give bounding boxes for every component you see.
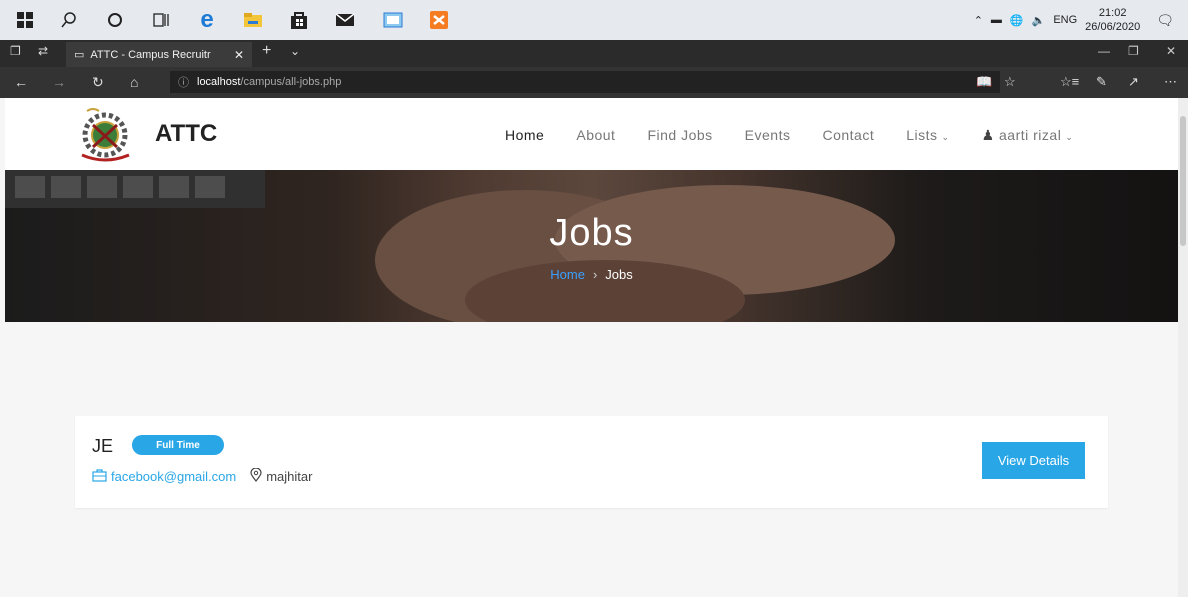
- location-pin-icon: [250, 467, 262, 485]
- site-header: ATTC Home About Find Jobs Events Contact…: [5, 98, 1178, 170]
- user-name: aarti rizal: [999, 127, 1062, 143]
- breadcrumb-current: Jobs: [605, 267, 633, 282]
- windows-taskbar: e ⌃ ▬ 🌐 🔈 ENG 21:02 26/06/2020 🗨: [0, 0, 1188, 41]
- browser-tab-bar: ❐ ⇄ ▭ ATTC - Campus Recruitr ✕ + ⌄ — ❐ ✕: [0, 40, 1188, 67]
- new-tab-icon[interactable]: +: [262, 42, 271, 60]
- action-center-icon[interactable]: 🗨: [1156, 12, 1174, 29]
- web-note-icon[interactable]: ✎: [1096, 74, 1107, 90]
- set-tabs-aside-icon[interactable]: ⇄: [38, 44, 48, 58]
- hero-banner: Jobs Home › Jobs: [5, 170, 1178, 322]
- nav-find-jobs[interactable]: Find Jobs: [647, 127, 712, 144]
- clock[interactable]: 21:02 26/06/2020: [1085, 6, 1140, 34]
- view-details-button[interactable]: View Details: [982, 442, 1085, 479]
- favorites-hub-icon[interactable]: ☆≡: [1060, 74, 1079, 90]
- url-field[interactable]: ⓘ localhost /campus/all-jobs.php: [170, 71, 1000, 93]
- breadcrumb-home-link[interactable]: Home: [550, 267, 585, 282]
- page-title: Jobs: [549, 212, 634, 254]
- search-icon[interactable]: [56, 7, 82, 33]
- language-indicator[interactable]: ENG: [1053, 14, 1077, 26]
- edge-icon[interactable]: e: [194, 6, 220, 33]
- reading-view-icon[interactable]: 📖: [976, 74, 992, 90]
- forward-icon[interactable]: →: [52, 74, 66, 90]
- attc-logo-emblem[interactable]: [77, 105, 147, 165]
- nav-about[interactable]: About: [576, 127, 615, 144]
- share-icon[interactable]: ↗: [1128, 74, 1139, 90]
- tab-preview-chevron-icon[interactable]: ⌄: [290, 44, 300, 58]
- xampp-icon[interactable]: [426, 7, 452, 33]
- close-tab-icon[interactable]: ✕: [234, 48, 244, 62]
- refresh-icon[interactable]: ↻: [92, 74, 104, 91]
- job-card: JE Full Time facebook@gmail.com majhitar…: [75, 416, 1108, 508]
- system-tray: ⌃ ▬ 🌐 🔈 ENG 21:02 26/06/2020 🗨: [974, 0, 1188, 40]
- clock-time: 21:02: [1098, 7, 1127, 19]
- job-type-badge: Full Time: [132, 435, 224, 455]
- nav-lists-label: Lists: [906, 127, 938, 143]
- network-icon[interactable]: 🌐: [1010, 14, 1024, 27]
- web-page: ATTC Home About Find Jobs Events Contact…: [0, 98, 1178, 597]
- browser-address-bar: ← → ↻ ⌂ ⓘ localhost /campus/all-jobs.php…: [0, 67, 1188, 98]
- windows-start-icon[interactable]: [12, 7, 38, 33]
- job-meta: facebook@gmail.com majhitar: [92, 467, 313, 485]
- breadcrumb-separator: ›: [592, 267, 598, 282]
- close-window-icon[interactable]: ✕: [1166, 44, 1176, 58]
- briefcase-icon: [92, 468, 107, 485]
- more-menu-icon[interactable]: ⋯: [1164, 74, 1177, 90]
- battery-icon[interactable]: ▬: [991, 14, 1002, 26]
- nav-events[interactable]: Events: [745, 127, 791, 144]
- scrollbar-thumb[interactable]: [1180, 116, 1186, 246]
- volume-icon[interactable]: 🔈: [1032, 14, 1046, 27]
- tab-title: ATTC - Campus Recruitr: [90, 48, 211, 61]
- nav-contact[interactable]: Contact: [822, 127, 874, 144]
- clock-date: 26/06/2020: [1085, 21, 1141, 33]
- site-info-icon[interactable]: ⓘ: [178, 74, 189, 90]
- nav-user-menu[interactable]: ♟ aarti rizal ⌄: [982, 127, 1074, 144]
- nav-home[interactable]: Home: [505, 127, 544, 144]
- file-explorer-icon[interactable]: [240, 7, 266, 33]
- breadcrumb: Home › Jobs: [5, 267, 1178, 282]
- job-location: majhitar: [266, 469, 313, 484]
- user-icon: ♟: [981, 127, 995, 143]
- nav-lists[interactable]: Lists ⌄: [906, 127, 949, 144]
- restore-icon[interactable]: ❐: [1128, 44, 1139, 58]
- site-logo-text[interactable]: ATTC: [155, 120, 217, 148]
- favorite-star-icon[interactable]: ☆: [1004, 74, 1016, 90]
- url-path: /campus/all-jobs.php: [240, 76, 342, 88]
- main-nav: Home About Find Jobs Events Contact List…: [505, 127, 1105, 144]
- mail-icon[interactable]: [332, 7, 358, 33]
- chevron-down-icon: ⌄: [1065, 132, 1074, 142]
- job-title[interactable]: JE: [92, 436, 113, 457]
- cortana-icon[interactable]: [102, 7, 128, 33]
- page-icon: ▭: [74, 49, 85, 61]
- minimize-icon[interactable]: —: [1098, 44, 1110, 58]
- home-icon[interactable]: ⌂: [130, 74, 138, 90]
- tab-actions-icon[interactable]: ❐: [10, 44, 21, 58]
- url-host: localhost: [197, 76, 241, 88]
- chevron-up-icon[interactable]: ⌃: [974, 14, 983, 27]
- chevron-down-icon: ⌄: [941, 132, 950, 142]
- calendar-icon[interactable]: [380, 7, 406, 33]
- browser-tab[interactable]: ▭ ATTC - Campus Recruitr ✕: [66, 42, 252, 67]
- page-scrollbar[interactable]: [1178, 98, 1188, 597]
- store-icon[interactable]: [286, 7, 312, 33]
- company-email[interactable]: facebook@gmail.com: [111, 469, 236, 484]
- back-icon[interactable]: ←: [14, 74, 28, 90]
- task-view-icon[interactable]: [148, 7, 174, 33]
